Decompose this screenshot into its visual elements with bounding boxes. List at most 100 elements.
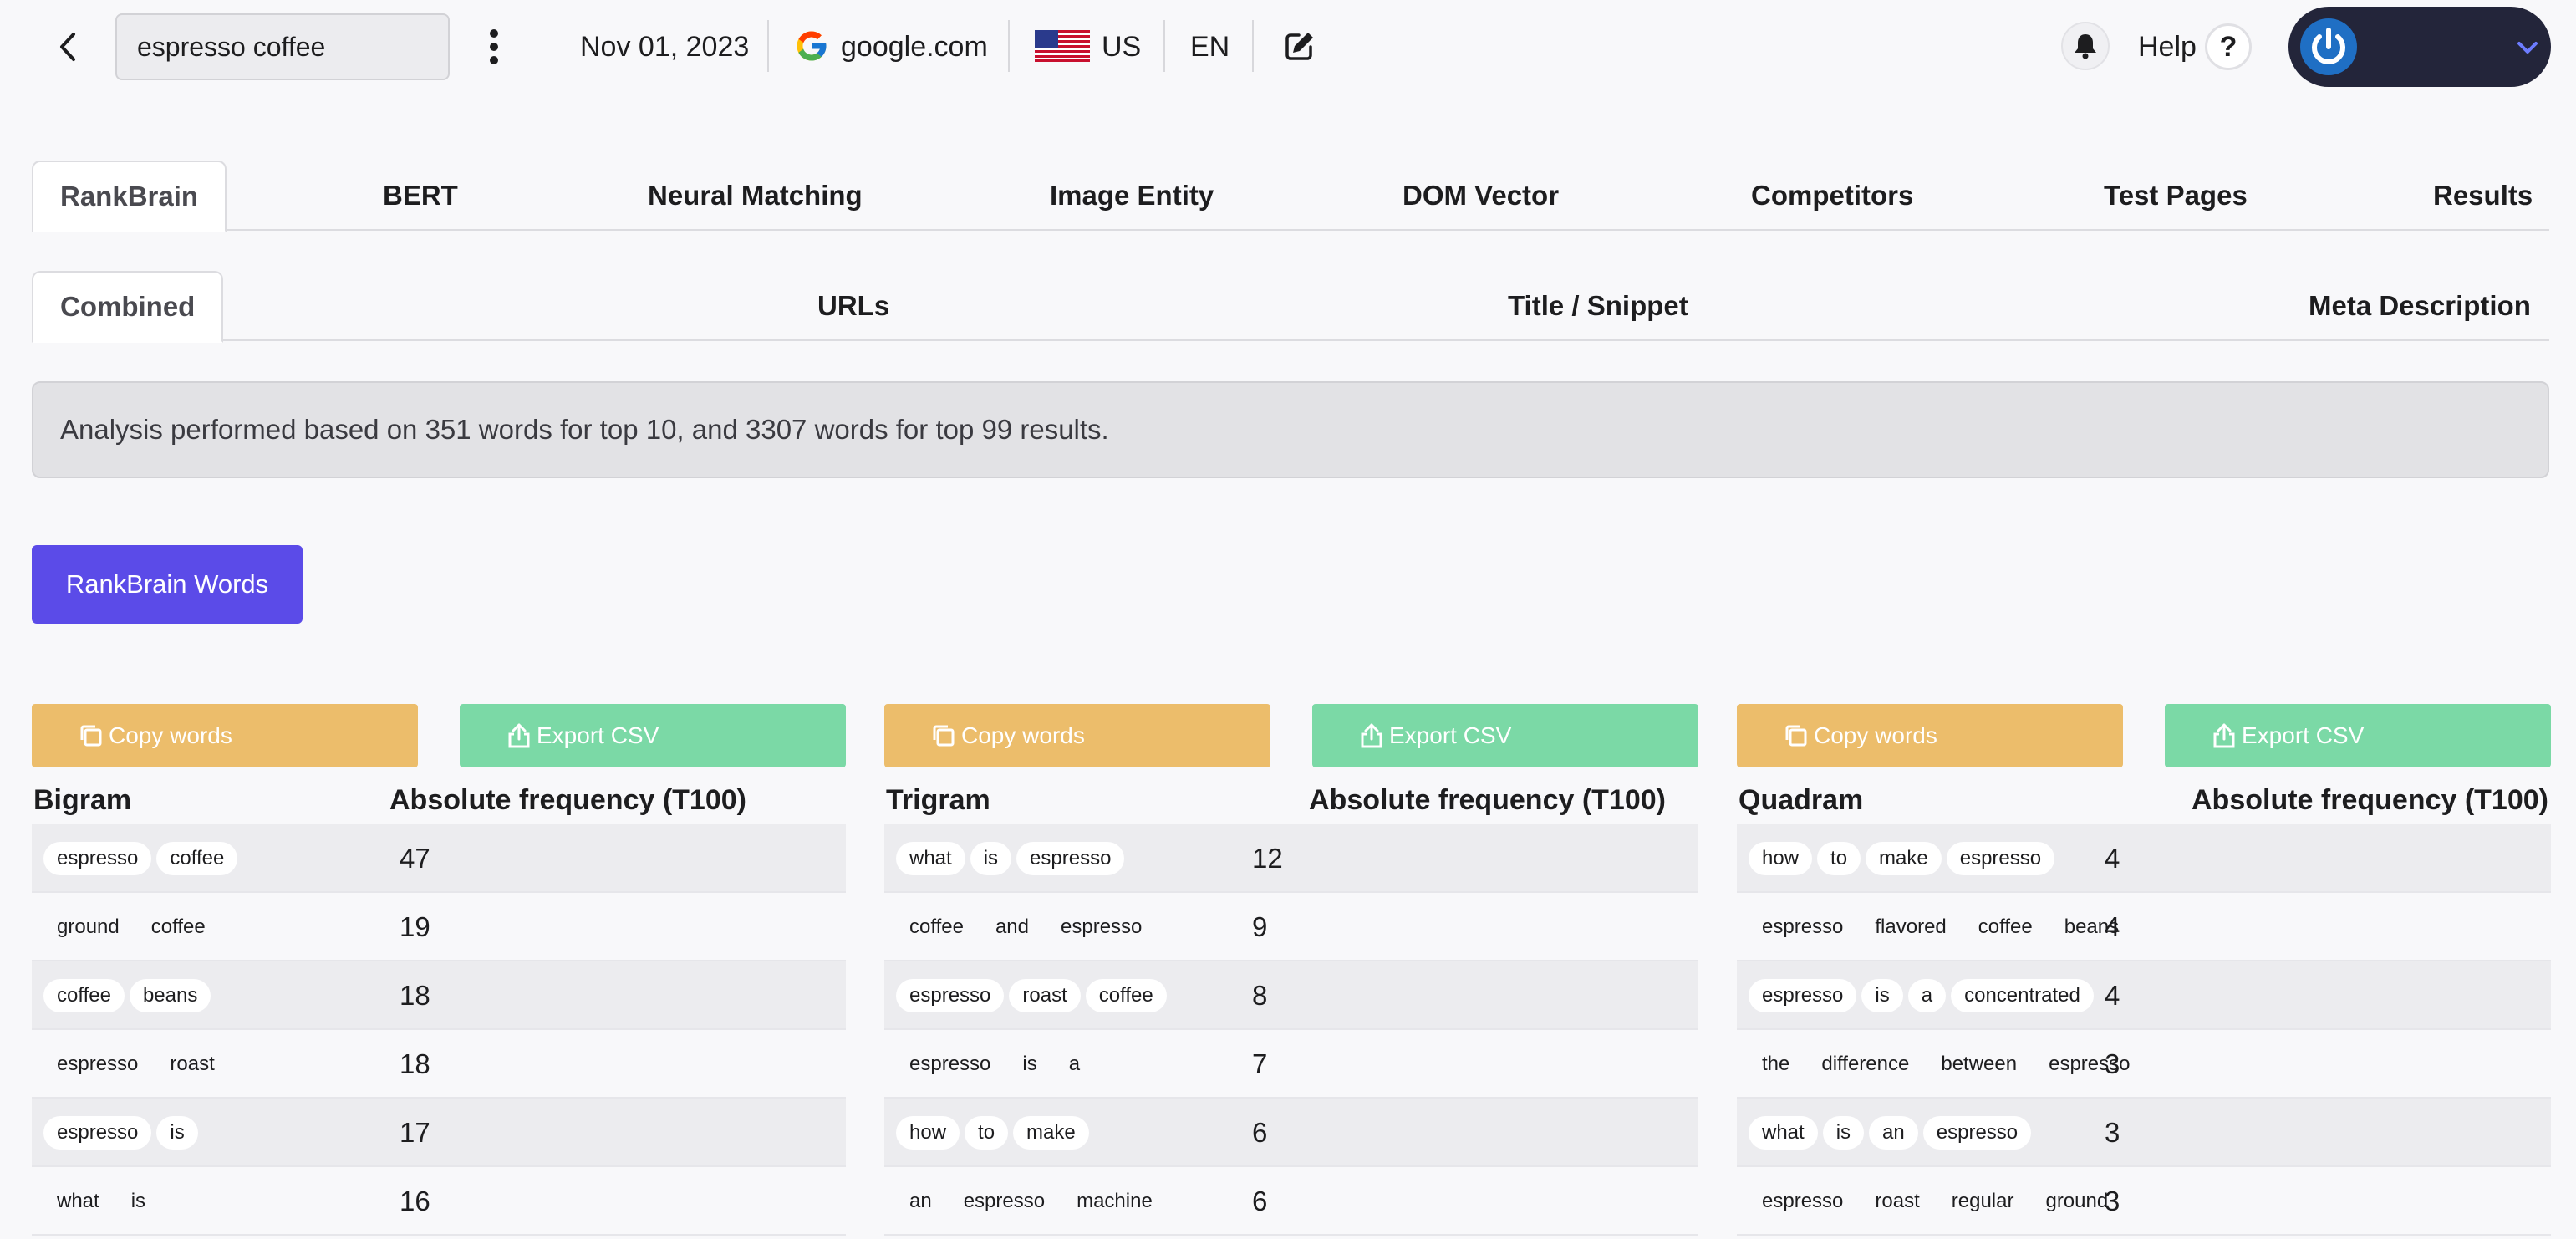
divider [1163,20,1165,72]
tab-competitors[interactable]: Competitors [1751,161,1913,231]
word-chip: is [1022,1053,1037,1075]
word-chip: espresso [909,1053,991,1075]
country-label[interactable]: US [1102,28,1141,65]
tab-urls[interactable]: URLs [817,271,889,341]
word-chip: what [1749,1116,1818,1150]
tab-rankbrain[interactable]: RankBrain [32,161,227,232]
word-chip: is [1861,979,1903,1012]
word-chip: coffee [156,842,238,875]
copy-icon [80,725,102,747]
chevron-left-icon [60,33,75,61]
ngram-table: what is espresso 12 coffee and espresso 9 espres… [884,824,1698,1236]
word-chip: regular [1951,1190,2014,1212]
secondary-tabs: Combined URLs Title / Snippet Meta Descr… [32,271,2549,343]
export-csv-button[interactable]: Export CSV [1312,704,1698,767]
word-chip: make [1866,842,1942,875]
word-chip: and [995,915,1029,938]
rankbrain-words-button[interactable]: RankBrain Words [32,545,303,624]
table-row: espresso is a 7 [884,1030,1698,1099]
word-chip: beans [2064,915,2120,938]
primary-tabs: RankBrain BERT Neural Matching Image Ent… [32,161,2549,232]
word-chip: espresso [1762,915,1844,938]
tab-neural-matching[interactable]: Neural Matching [648,161,863,231]
word-chip: an [1869,1116,1918,1150]
back-button[interactable] [48,25,87,69]
tab-dom-vector[interactable]: DOM Vector [1403,161,1559,231]
word-chip: an [909,1190,932,1212]
copy-words-button[interactable]: Copy words [1737,704,2123,767]
export-csv-label: Export CSV [1389,722,1512,748]
tab-test-pages[interactable]: Test Pages [2104,161,2248,231]
word-chip: is [970,842,1012,875]
column-header-frequency: Absolute frequency (T100) [389,784,746,816]
copy-words-label: Copy words [1814,722,1937,748]
analysis-date[interactable]: Nov 01, 2023 [580,28,749,65]
help-icon[interactable]: ? [2205,23,2252,70]
word-chip: concentrated [1951,979,2094,1012]
word-chip: beans [129,979,211,1012]
frequency-value: 16 [400,1185,430,1216]
copy-icon [1785,725,1807,747]
help-label[interactable]: Help [2138,28,2197,65]
table-row: espresso roast coffee 8 [884,961,1698,1030]
frequency-value: 3 [2105,1117,2120,1148]
table-row: the difference between espresso 3 [1737,1030,2551,1099]
ngram-words: an espresso machine [896,1167,1166,1236]
ngram-words: espresso roast [43,1030,228,1099]
word-chip: espresso [43,842,152,875]
search-engine-label[interactable]: google.com [841,28,988,65]
language-label[interactable]: EN [1190,28,1229,65]
frequency-value: 6 [1252,1185,1268,1216]
frequency-value: 8 [1252,980,1268,1011]
quadram-panel: Copy words Export CSV Quadram Absolute f… [1737,704,2551,1239]
tab-results[interactable]: Results [2433,161,2533,231]
keyword-input[interactable] [115,13,450,80]
frequency-value: 17 [400,1117,430,1148]
table-row: espresso roast regular ground 3 [1737,1167,2551,1236]
share-export-icon [1361,723,1382,748]
copy-words-label: Copy words [961,722,1085,748]
word-chip: flavored [1875,915,1947,938]
column-header-ngram: Trigram [886,784,990,816]
table-row: how to make 6 [884,1099,1698,1167]
ngram-words: espresso roast regular ground [1749,1167,2121,1236]
tab-title-snippet[interactable]: Title / Snippet [1508,271,1688,341]
word-chip: espresso [1016,842,1125,875]
table-row: espresso roast 18 [32,1030,846,1099]
ngram-words: espresso roast coffee [896,961,1167,1030]
frequency-value: 19 [400,911,430,942]
word-chip: how [896,1116,960,1150]
tab-combined[interactable]: Combined [32,271,224,343]
export-csv-button[interactable]: Export CSV [2165,704,2551,767]
table-row: espresso flavored coffee beans 4 [1737,893,2551,961]
frequency-value: 18 [400,980,430,1011]
frequency-value: 4 [2105,843,2120,874]
word-chip: what [896,842,965,875]
copy-words-button[interactable]: Copy words [884,704,1270,767]
share-export-icon [508,723,530,748]
tab-image-entity[interactable]: Image Entity [1050,161,1214,231]
word-chip: espresso [1749,979,1857,1012]
copy-words-label: Copy words [109,722,232,748]
ngram-words: espresso is a concentrated [1749,961,2094,1030]
divider [1252,20,1254,72]
word-chip: to [1817,842,1861,875]
word-chip: ground [57,915,120,938]
export-csv-button[interactable]: Export CSV [460,704,846,767]
word-chip: is [1822,1116,1865,1150]
account-menu[interactable] [2288,7,2551,87]
word-chip: to [965,1116,1009,1150]
word-chip: espresso [2049,1053,2131,1075]
tab-bert[interactable]: BERT [383,161,458,231]
ngram-words: coffee beans [43,961,211,1030]
ngram-words: what is [43,1167,159,1236]
edit-icon[interactable] [1282,28,1317,64]
table-row: what is 16 [32,1167,846,1236]
word-chip: espresso [1946,842,2055,875]
more-options-button[interactable] [481,25,507,69]
copy-icon [933,725,955,747]
word-chip: espresso [43,1116,152,1150]
tab-meta-description[interactable]: Meta Description [2309,271,2531,341]
copy-words-button[interactable]: Copy words [32,704,418,767]
notifications-button[interactable] [2061,22,2110,70]
